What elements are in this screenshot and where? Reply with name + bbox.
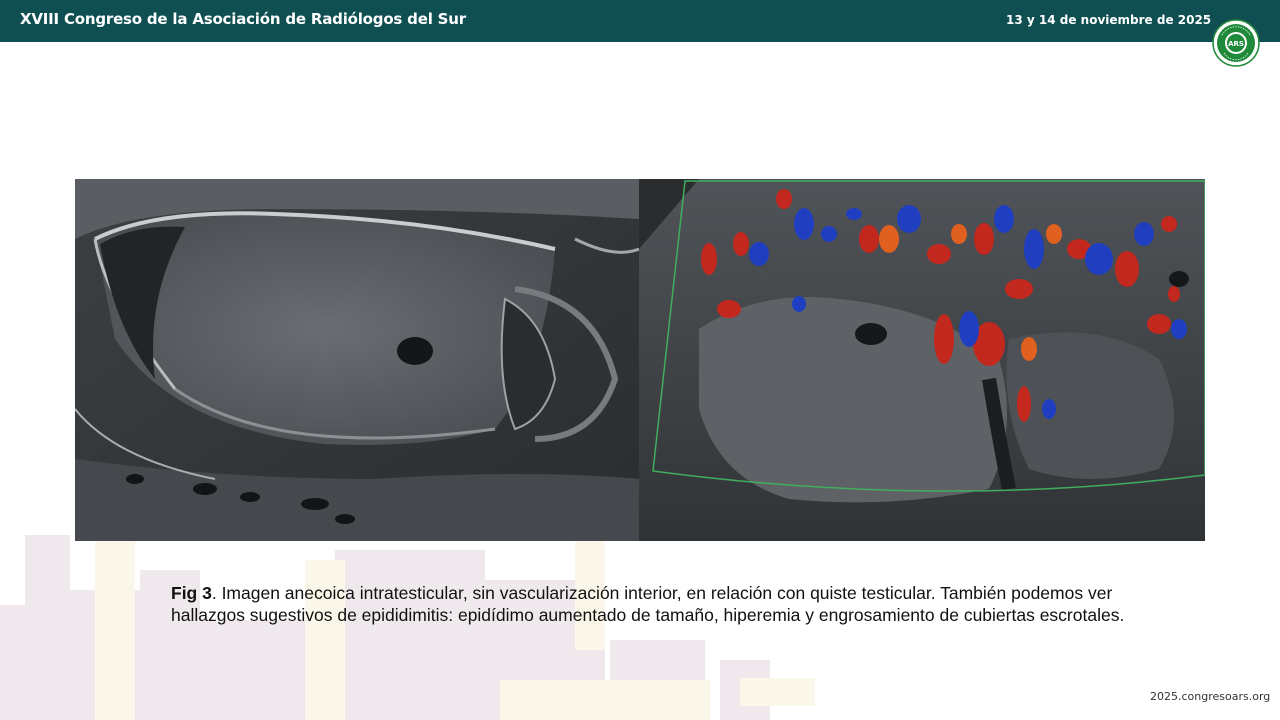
header-bar: XVIII Congreso de la Asociación de Radió…	[0, 0, 1280, 42]
figure-label: Fig 3	[171, 583, 212, 603]
congress-date: 13 y 14 de noviembre de 2025	[1006, 13, 1212, 27]
ultrasound-figure	[75, 179, 1205, 541]
figure-caption: Fig 3. Imagen anecoica intratesticular, …	[171, 582, 1171, 626]
ars-logo: ARS	[1212, 19, 1260, 67]
svg-text:ARS: ARS	[1228, 40, 1244, 48]
doppler-ultrasound-image	[639, 179, 1205, 541]
congress-website: 2025.congresoars.org	[1150, 690, 1271, 703]
congress-title: XVIII Congreso de la Asociación de Radió…	[20, 10, 466, 28]
figure-caption-text: . Imagen anecoica intratesticular, sin v…	[171, 583, 1125, 625]
grayscale-ultrasound-image	[75, 179, 639, 541]
